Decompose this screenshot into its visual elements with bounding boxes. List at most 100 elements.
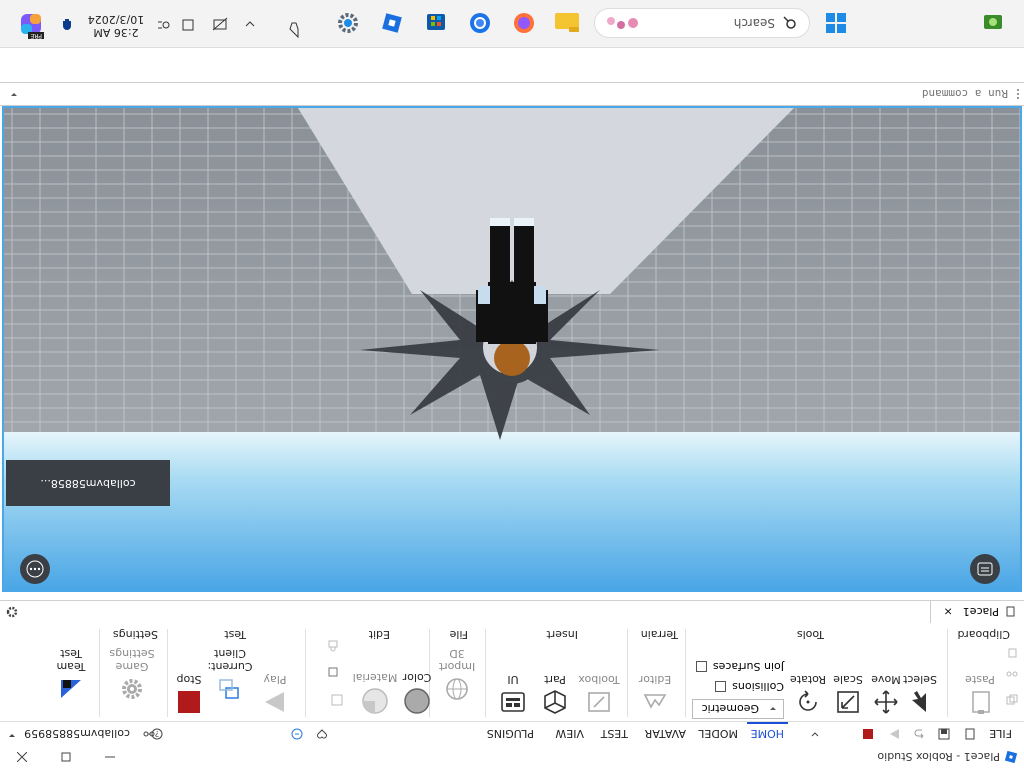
play-button[interactable]: Play xyxy=(252,673,298,715)
notification-bell-icon[interactable] xyxy=(60,17,74,33)
play-triangle-icon xyxy=(265,692,284,712)
microsoft-store-icon[interactable] xyxy=(424,11,448,35)
import-3d-button[interactable]: Import 3D xyxy=(434,634,480,715)
new-file-icon[interactable] xyxy=(964,728,976,740)
select-tool-button[interactable]: Select xyxy=(900,673,940,715)
edit-group-label: Edit xyxy=(368,628,390,641)
tab-view[interactable]: VIEW xyxy=(551,724,588,742)
widgets-icon[interactable] xyxy=(980,11,1004,35)
scale-icon xyxy=(837,691,859,713)
file-explorer-icon[interactable] xyxy=(554,11,580,35)
stop-button[interactable]: Stop xyxy=(166,673,212,715)
username-label[interactable]: collabvm58858959 xyxy=(24,727,130,740)
roblox-menu-button[interactable] xyxy=(20,554,50,584)
material-label: Material xyxy=(352,671,398,684)
quick-access-dropdown-icon[interactable] xyxy=(810,729,820,739)
paste-button[interactable]: Paste xyxy=(960,673,1000,715)
taskbar: Search 2:36 AM 10/3/2024 PRE xyxy=(0,0,1024,48)
copy-icon[interactable] xyxy=(1006,647,1018,659)
game-settings-button[interactable]: Game Settings xyxy=(106,634,158,715)
start-windows-icon[interactable] xyxy=(824,11,848,35)
tab-home[interactable]: HOME xyxy=(746,722,788,742)
separator xyxy=(627,629,628,717)
ribbon-toolbar: Paste Clipboard Select Move Scale Rotate xyxy=(0,622,1024,721)
save-icon[interactable] xyxy=(938,728,950,740)
share-icon[interactable] xyxy=(290,727,304,741)
clock-time: 2:36 AM xyxy=(93,26,139,39)
close-button[interactable] xyxy=(0,746,44,768)
tab-avatar[interactable]: AVATAR xyxy=(641,724,690,742)
maximize-button[interactable] xyxy=(44,746,88,768)
stop-icon[interactable] xyxy=(862,728,874,740)
collisions-toggle[interactable]: Collisions xyxy=(715,680,784,693)
rotate-tool-button[interactable]: Rotate xyxy=(788,673,828,715)
minimize-button[interactable] xyxy=(88,746,132,768)
group-icon[interactable] xyxy=(330,693,344,707)
move-tool-button[interactable]: Move xyxy=(866,673,906,715)
file-menu[interactable]: FILE xyxy=(985,724,1016,742)
color-swatch-icon xyxy=(404,688,430,714)
color-button[interactable]: Color xyxy=(394,671,440,715)
command-input[interactable] xyxy=(16,85,1010,103)
material-button[interactable]: Material xyxy=(350,671,400,715)
settings-app-icon[interactable] xyxy=(336,11,360,35)
terrain-editor-button[interactable]: Editor xyxy=(632,673,678,715)
geometric-mode-dropdown[interactable]: Geometric xyxy=(692,699,784,719)
toolbox-button[interactable]: Toolbox xyxy=(576,673,622,715)
tab-close-icon[interactable]: × xyxy=(944,606,953,619)
pen-tablet-icon[interactable] xyxy=(286,21,302,39)
settings-gear-icon[interactable] xyxy=(6,606,18,618)
drag-handle-icon[interactable] xyxy=(1016,88,1020,100)
tab-place1[interactable]: Place1 × xyxy=(930,601,1022,623)
tab-plugins[interactable]: PLUGINS xyxy=(483,724,538,742)
chevron-down-icon xyxy=(769,704,777,712)
battery-icon[interactable] xyxy=(156,17,172,33)
speaker-icon[interactable] xyxy=(180,17,196,33)
copilot-preview-button[interactable]: PRE xyxy=(18,11,44,39)
join-surfaces-checkbox[interactable] xyxy=(695,661,707,672)
separator xyxy=(685,629,686,717)
collisions-checkbox[interactable] xyxy=(715,681,727,692)
team-test-button[interactable]: Team Test xyxy=(46,634,96,715)
play-label: Play xyxy=(263,673,287,686)
current-client-button[interactable]: Current: Client xyxy=(206,634,254,715)
duplicate-icon[interactable] xyxy=(1006,693,1018,705)
search-icon xyxy=(783,16,797,30)
select-label: Select xyxy=(903,673,937,686)
chrome-icon[interactable] xyxy=(468,11,492,35)
search-placeholder: Search xyxy=(733,16,775,30)
tab-test[interactable]: TEST xyxy=(597,724,632,742)
firefox-icon[interactable] xyxy=(512,11,536,35)
stop-label: Stop xyxy=(176,673,202,686)
preview-badge: PRE xyxy=(28,32,44,39)
part-cube-icon xyxy=(544,690,566,714)
color-label: Color xyxy=(402,671,432,684)
roblox-studio-taskbar-icon[interactable] xyxy=(380,11,404,35)
anchor-icon[interactable] xyxy=(326,665,340,679)
play-icon[interactable] xyxy=(888,727,902,741)
lock-icon[interactable] xyxy=(326,639,340,653)
heart-icon[interactable] xyxy=(316,728,328,740)
undo-icon[interactable] xyxy=(914,728,926,740)
scale-tool-button[interactable]: Scale xyxy=(828,673,868,715)
cut-icon[interactable] xyxy=(1006,671,1018,683)
collisions-label: Collisions xyxy=(732,680,784,693)
taskbar-search-box[interactable]: Search xyxy=(594,8,810,38)
stop-square-icon xyxy=(178,691,200,713)
account-dropdown-icon[interactable] xyxy=(8,731,16,739)
ui-button[interactable]: UI xyxy=(490,673,536,715)
clock[interactable]: 2:36 AM 10/3/2024 xyxy=(86,13,146,39)
chat-button[interactable] xyxy=(970,554,1000,584)
terrain-icon xyxy=(643,694,667,709)
show-hidden-icons-chevron-icon[interactable] xyxy=(244,19,256,29)
move-arrows-icon xyxy=(874,690,898,714)
3d-viewport[interactable]: collabvm58858... xyxy=(2,106,1022,592)
network-icon[interactable] xyxy=(212,17,228,31)
collaborate-icon[interactable] xyxy=(142,727,156,741)
clipboard-icon xyxy=(972,691,990,714)
player-name-label: collabvm58858... xyxy=(6,460,170,506)
gear-icon xyxy=(122,679,142,699)
tab-model[interactable]: MODEL xyxy=(694,724,742,742)
join-surfaces-toggle[interactable]: Join Surfaces xyxy=(695,660,784,673)
part-button[interactable]: Part xyxy=(532,673,578,715)
